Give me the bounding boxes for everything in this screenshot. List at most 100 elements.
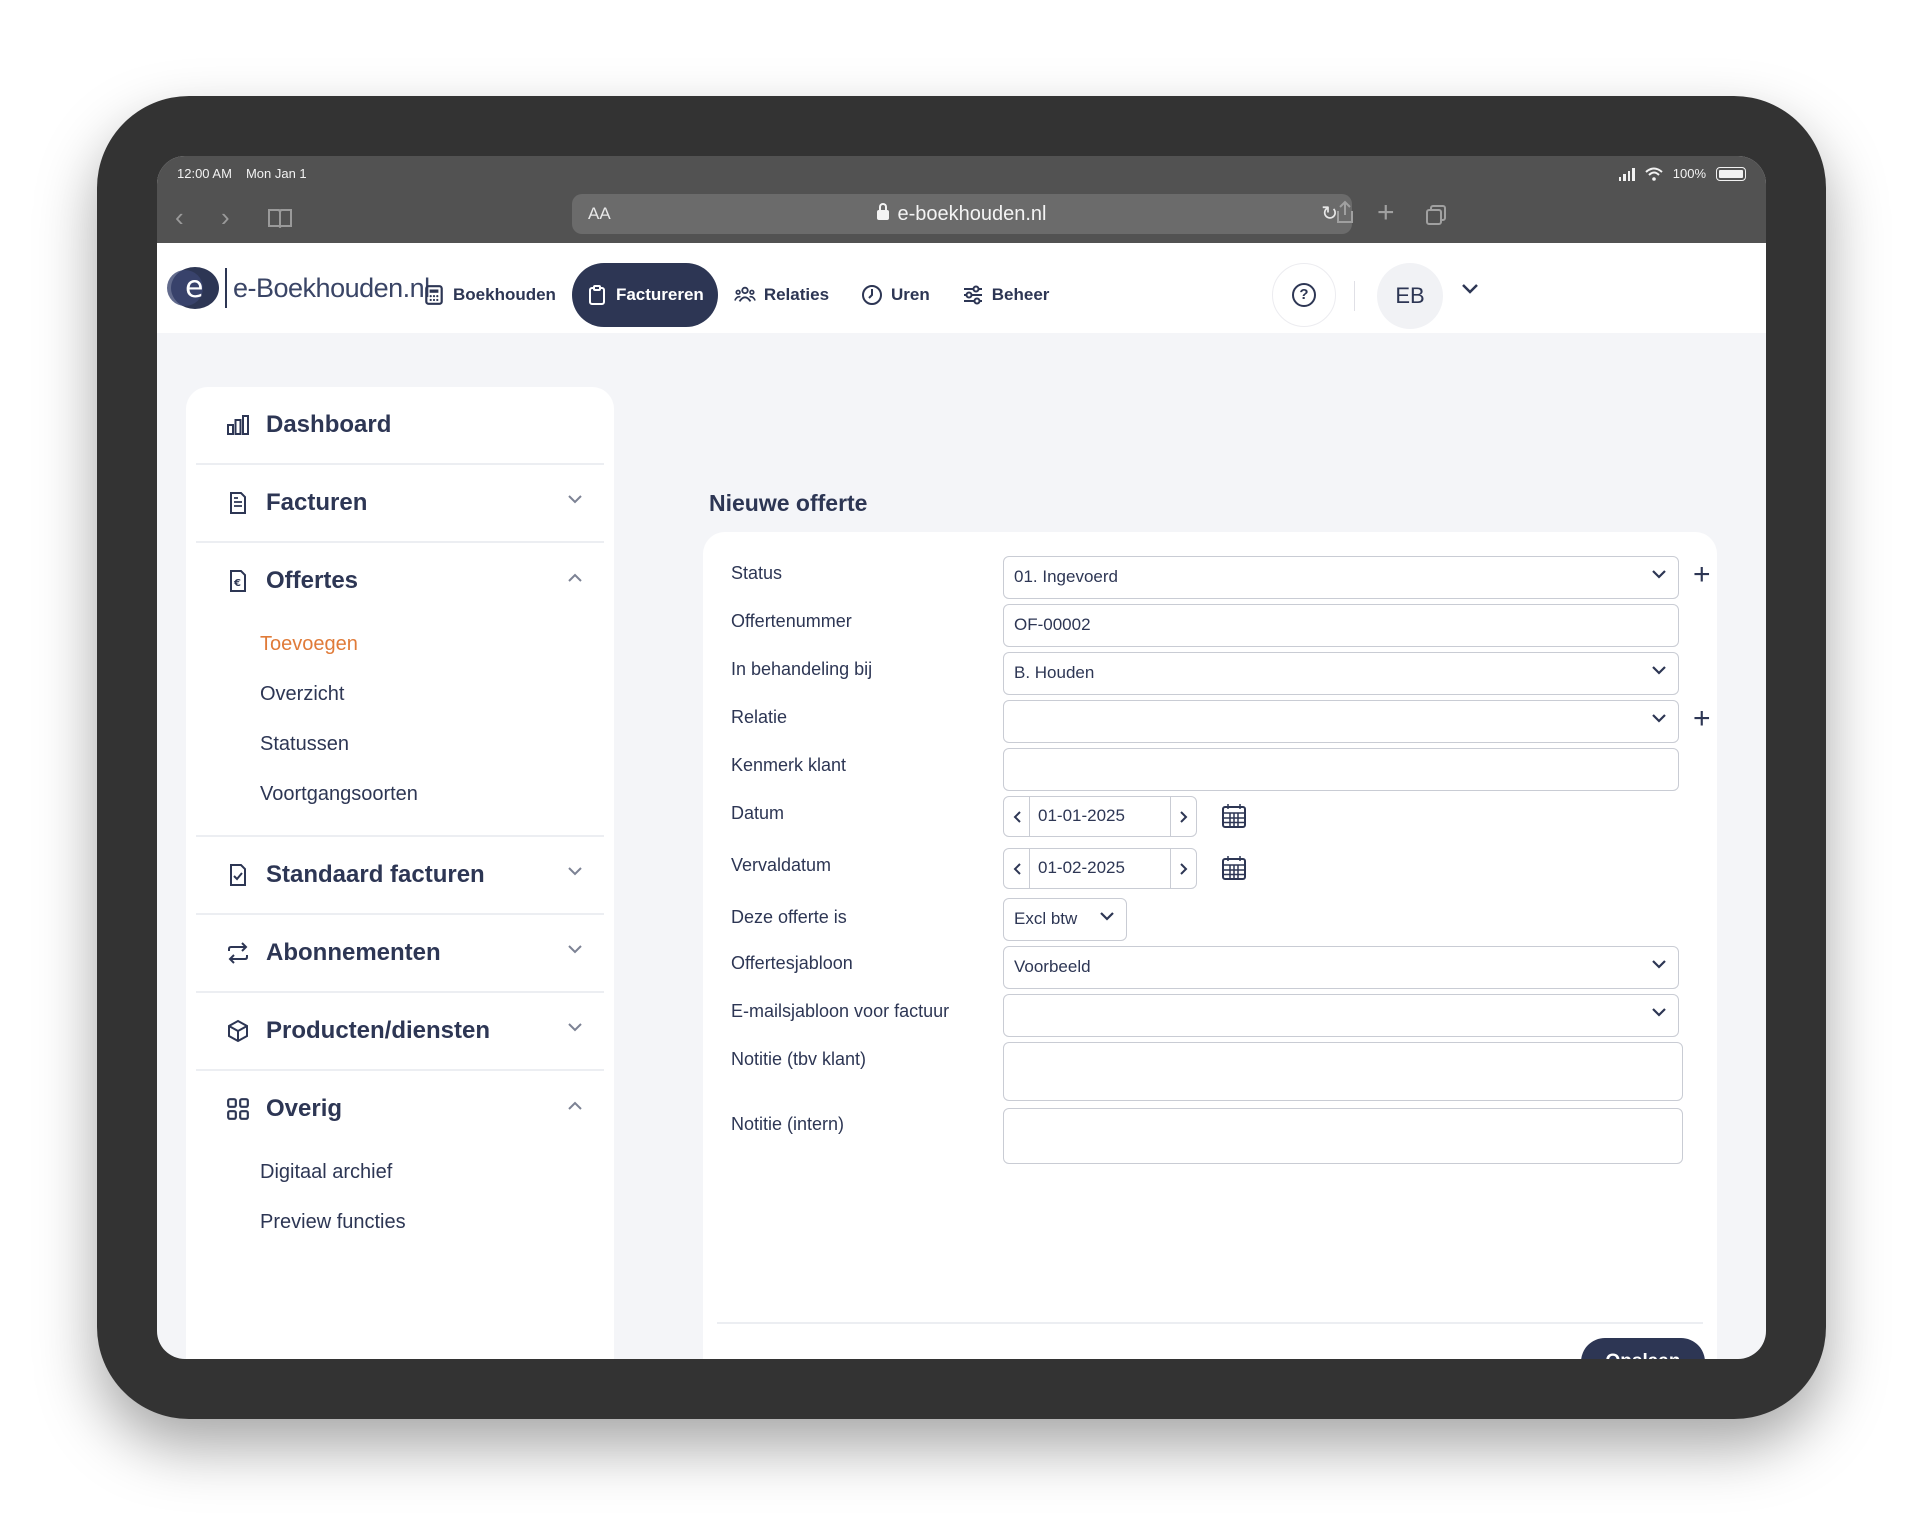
sidebar-label: Producten/diensten bbox=[266, 1017, 491, 1044]
sidebar-label: Abonnementen bbox=[266, 939, 441, 966]
datum-prev-button[interactable] bbox=[1004, 797, 1030, 836]
new-tab-icon[interactable]: + bbox=[1377, 196, 1395, 230]
sidebar-subitem-toevoegen[interactable]: Toevoegen bbox=[260, 619, 604, 669]
sidebar-item-standaard-facturen[interactable]: Standaard facturen bbox=[196, 837, 604, 913]
chevron-left-icon bbox=[1013, 810, 1021, 823]
vervaldatum-input[interactable]: 01-02-2025 bbox=[1030, 849, 1170, 888]
relatie-label: Relatie bbox=[731, 707, 788, 727]
chevron-down-icon bbox=[568, 945, 582, 954]
chevron-down-icon bbox=[568, 867, 582, 876]
nav-label: Uren bbox=[891, 285, 930, 304]
datum-next-button[interactable] bbox=[1170, 797, 1196, 836]
sidebar-subitem-preview-functies[interactable]: Preview functies bbox=[260, 1197, 604, 1247]
address-bar[interactable]: AA e-boekhouden.nl ↻ bbox=[572, 194, 1352, 234]
sidebar-submenu-overig: Digitaal archief Preview functies bbox=[196, 1147, 604, 1263]
share-icon[interactable] bbox=[1335, 200, 1355, 224]
email-sjabloon-select[interactable] bbox=[1003, 994, 1679, 1037]
sidebar-item-producten-diensten[interactable]: Producten/diensten bbox=[196, 993, 604, 1069]
notitie-intern-textarea[interactable] bbox=[1003, 1108, 1683, 1164]
offertesjabloon-label: Offertesjabloon bbox=[731, 953, 853, 973]
sidebar-label: Dashboard bbox=[266, 411, 392, 438]
nav-relaties[interactable]: Relaties bbox=[718, 263, 845, 327]
behandeling-select[interactable]: B. Houden bbox=[1003, 652, 1679, 695]
check-document-icon bbox=[230, 864, 246, 886]
status-value: 01. Ingevoerd bbox=[1014, 567, 1118, 586]
svg-text:€: € bbox=[233, 578, 241, 589]
behandeling-label: In behandeling bij bbox=[731, 659, 873, 679]
help-button[interactable]: ? bbox=[1272, 263, 1336, 327]
calendar-icon[interactable] bbox=[1221, 803, 1247, 829]
sidebar-subitem-voortgangsoorten[interactable]: Voortgangsoorten bbox=[260, 769, 604, 819]
sidebar-item-dashboard[interactable]: Dashboard bbox=[196, 387, 604, 463]
behandeling-value: B. Houden bbox=[1014, 663, 1095, 682]
nav-factureren[interactable]: Factureren bbox=[571, 263, 718, 327]
kenmerk-input[interactable] bbox=[1003, 748, 1679, 791]
sidebar-section-dashboard: Dashboard bbox=[196, 387, 604, 465]
chevron-down-icon bbox=[1100, 912, 1114, 921]
vervaldatum-label: Vervaldatum bbox=[731, 855, 832, 875]
calendar-icon[interactable] bbox=[1221, 855, 1247, 881]
kenmerk-label: Kenmerk klant bbox=[731, 755, 847, 775]
vervaldatum-next-button[interactable] bbox=[1170, 849, 1196, 888]
grid-icon bbox=[227, 1098, 249, 1120]
nav-boekhouden[interactable]: Boekhouden bbox=[407, 263, 572, 327]
battery-icon bbox=[1716, 166, 1746, 181]
btw-select[interactable]: Excl btw bbox=[1003, 898, 1127, 941]
btw-label: Deze offerte is bbox=[731, 907, 847, 927]
offerte-form: Status 01. Ingevoerd + Offertenummer OF-… bbox=[703, 532, 1717, 1359]
chevron-down-icon[interactable] bbox=[1461, 283, 1479, 295]
chevron-down-icon bbox=[1652, 1008, 1666, 1017]
back-icon[interactable]: ‹ bbox=[175, 202, 184, 233]
chevron-up-icon bbox=[568, 573, 582, 582]
calculator-icon bbox=[425, 285, 443, 305]
status-time: 12:00 AM bbox=[177, 166, 232, 181]
repeat-icon bbox=[228, 942, 248, 964]
sidebar-item-overig[interactable]: Overig bbox=[196, 1071, 604, 1147]
chevron-left-icon bbox=[1013, 862, 1021, 875]
relatie-select[interactable] bbox=[1003, 700, 1679, 743]
bookmarks-icon[interactable] bbox=[267, 208, 293, 228]
email-sjabloon-label: E-mailsjabloon voor factuur bbox=[731, 1001, 950, 1021]
sidebar-item-abonnementen[interactable]: Abonnementen bbox=[196, 915, 604, 991]
datum-input[interactable]: 01-01-2025 bbox=[1030, 797, 1170, 836]
status-label: Status bbox=[731, 563, 783, 583]
sidebar-subitem-statussen[interactable]: Statussen bbox=[260, 719, 604, 769]
status-select[interactable]: 01. Ingevoerd bbox=[1003, 556, 1679, 599]
nav-beheer[interactable]: Beheer bbox=[946, 263, 1066, 327]
app-header: e e-Boekhouden.nl Boekhouden Factureren … bbox=[157, 243, 1766, 333]
sidebar-subitem-digitaal-archief[interactable]: Digitaal archief bbox=[260, 1147, 604, 1197]
add-relatie-button[interactable]: + bbox=[1693, 704, 1711, 734]
save-button[interactable]: Opslaan bbox=[1581, 1338, 1705, 1359]
sidebar-subitem-overzicht[interactable]: Overzicht bbox=[260, 669, 604, 719]
chevron-up-icon bbox=[568, 1101, 582, 1110]
document-icon bbox=[230, 492, 246, 514]
add-status-button[interactable]: + bbox=[1693, 560, 1711, 590]
url-text: e-boekhouden.nl bbox=[897, 203, 1047, 225]
lock-icon bbox=[877, 203, 890, 220]
offertesjabloon-select[interactable]: Voorbeeld bbox=[1003, 946, 1679, 989]
sidebar-label: Standaard facturen bbox=[266, 861, 485, 888]
sidebar-section-offertes: € Offertes Toevoegen Overzicht Statussen… bbox=[196, 543, 604, 837]
browser-chrome: 12:00 AM Mon Jan 1 100% ‹ › AA e-boekhou… bbox=[157, 156, 1766, 243]
nav-uren[interactable]: Uren bbox=[845, 263, 946, 327]
sidebar-section-facturen: Facturen bbox=[196, 465, 604, 543]
chevron-down-icon bbox=[568, 1023, 582, 1032]
form-divider bbox=[717, 1322, 1703, 1324]
notitie-klant-textarea[interactable] bbox=[1003, 1042, 1683, 1101]
datum-label: Datum bbox=[731, 803, 785, 823]
top-navigation: Boekhouden Factureren Relaties Uren Behe… bbox=[407, 263, 1065, 327]
sidebar-item-facturen[interactable]: Facturen bbox=[196, 465, 604, 541]
sliders-icon bbox=[963, 285, 982, 305]
tabs-icon[interactable] bbox=[1425, 204, 1447, 226]
forward-icon[interactable]: › bbox=[221, 202, 230, 233]
sidebar-item-offertes[interactable]: € Offertes bbox=[196, 543, 604, 619]
logo-text: e-Boekhouden.nl bbox=[233, 272, 430, 303]
nav-label: Relaties bbox=[763, 285, 830, 304]
offertenummer-input[interactable]: OF-00002 bbox=[1003, 604, 1679, 647]
vervaldatum-prev-button[interactable] bbox=[1004, 849, 1030, 888]
logo[interactable]: e e-Boekhouden.nl bbox=[167, 267, 430, 309]
nav-label: Factureren bbox=[615, 285, 704, 304]
offertesjabloon-value: Voorbeeld bbox=[1014, 957, 1091, 976]
avatar[interactable]: EB bbox=[1377, 263, 1443, 329]
euro-document-icon: € bbox=[230, 570, 246, 592]
